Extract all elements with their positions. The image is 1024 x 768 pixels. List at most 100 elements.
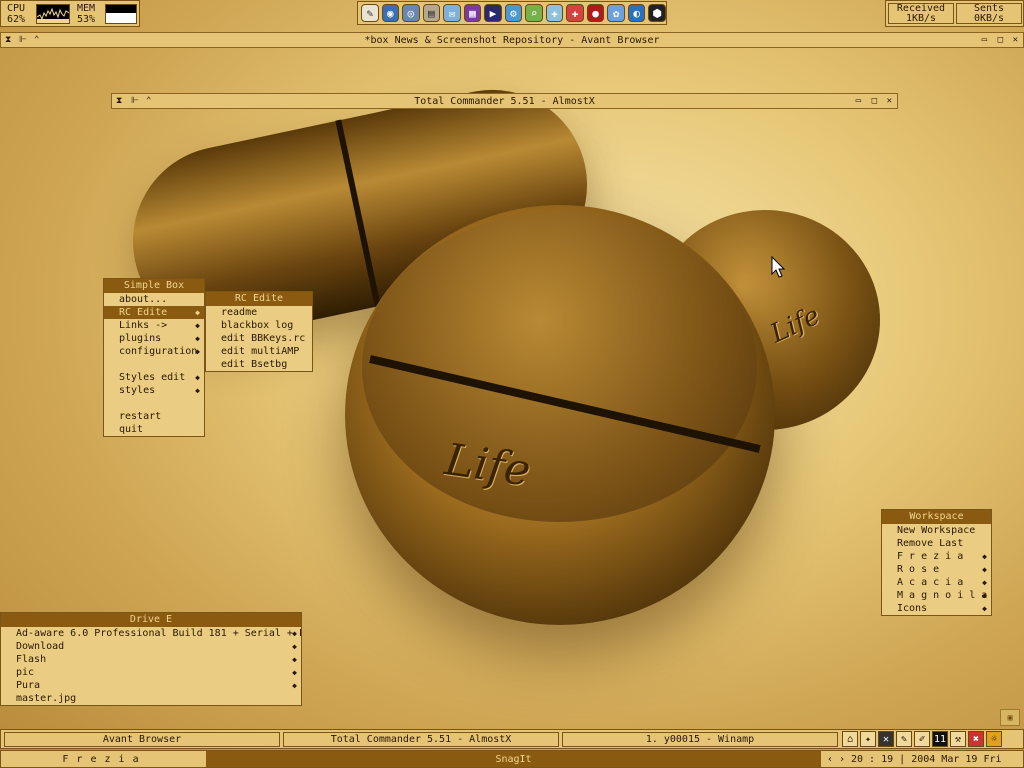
menu-item-edit-multiamp[interactable]: edit multiAMP xyxy=(206,345,312,358)
power-icon[interactable]: ✚ xyxy=(566,4,584,22)
printer-icon[interactable]: ▤ xyxy=(422,4,441,22)
drive-item-pura[interactable]: Pura ◆ xyxy=(1,679,301,692)
rc-edite-title: RC Edite xyxy=(206,292,312,306)
active-window-label[interactable]: SnagIt xyxy=(206,751,821,767)
drive-item-flash[interactable]: Flash ◆ xyxy=(1,653,301,666)
close-icon[interactable]: ✕ xyxy=(887,94,892,108)
menu-item-label: R o s e xyxy=(897,564,940,575)
mouse-cursor-icon xyxy=(771,256,785,278)
menu-item-remove-last[interactable]: Remove Last xyxy=(882,537,991,550)
menu-item-readme[interactable]: readme xyxy=(206,306,312,319)
menu-item-label: Links -> xyxy=(119,320,168,331)
tc-titlebar[interactable]: ⧗ ⊩ ⌃ Total Commander 5.51 - AlmostX ▭ □… xyxy=(111,93,898,109)
slit-icon[interactable]: ▣ xyxy=(1000,709,1020,726)
menu-item-label: pic xyxy=(16,667,35,678)
submenu-arrow-icon: ◆ xyxy=(292,629,297,638)
task-total-commander[interactable]: Total Commander 5.51 - AlmostX xyxy=(283,732,559,747)
toolbar-bottom: F r e z i a SnagIt ‹ › 20 : 19 | 2004 Ma… xyxy=(0,750,1024,768)
drive-e-title: Drive E xyxy=(1,613,301,627)
browser-icon[interactable]: ✿ xyxy=(607,4,625,22)
menu-item-restart[interactable]: restart xyxy=(104,410,204,423)
cpu-graph-svg xyxy=(37,7,69,23)
menu-item-label: F r e z i a xyxy=(897,551,964,562)
workspace-item-acacia[interactable]: A c a c i a ◆ xyxy=(882,576,991,589)
drive-item-download[interactable]: Download ◆ xyxy=(1,640,301,653)
pin-icon[interactable]: ⊩ xyxy=(19,33,27,47)
workspace-item-magnoila[interactable]: M a g n o i l a ◆ xyxy=(882,589,991,602)
menu-item-edit-bsetbg[interactable]: edit Bsetbg xyxy=(206,358,312,371)
task-winamp[interactable]: 1. y00015 - Winamp xyxy=(562,732,838,747)
tray-network-icon[interactable]: ⌂ xyxy=(842,731,858,747)
sent-value: 0KB/s xyxy=(973,13,1005,24)
rc-edite-submenu: RC Edite readme blackbox log edit BBKeys… xyxy=(205,291,313,372)
hourglass-icon[interactable]: ⧗ xyxy=(5,33,11,47)
drive-item-adaware[interactable]: Ad-aware 6.0 Professional Build 181 + Se… xyxy=(1,627,301,640)
mail-icon[interactable]: ✉ xyxy=(443,4,461,22)
workspace-title: Workspace xyxy=(882,510,991,524)
menu-item-new-workspace[interactable]: New Workspace xyxy=(882,524,991,537)
menu-item-blackbox-log[interactable]: blackbox log xyxy=(206,319,312,332)
notepad-icon[interactable]: ✎ xyxy=(361,4,379,22)
workspace-item-frezia[interactable]: F r e z i a ◆ xyxy=(882,550,991,563)
network-icon[interactable]: ⚙ xyxy=(504,4,523,22)
search-icon[interactable]: ⌕ xyxy=(525,4,543,22)
close-icon[interactable]: ✕ xyxy=(1013,33,1018,47)
submenu-arrow-icon: ◆ xyxy=(195,373,200,382)
received-value: 1KB/s xyxy=(905,13,937,24)
menu-item-plugins[interactable]: plugins ◆ xyxy=(104,332,204,345)
taskbar: Avant Browser Total Commander 5.51 - Alm… xyxy=(0,729,1024,749)
drive-item-pic[interactable]: pic ◆ xyxy=(1,666,301,679)
menu-item-label: Pura xyxy=(16,680,41,691)
menu-item-quit[interactable]: quit xyxy=(104,423,204,436)
tray-sun-icon[interactable]: ☼ xyxy=(986,731,1002,747)
cube-icon[interactable]: ⬢ xyxy=(648,4,666,22)
tray-tool-icon[interactable]: ✕ xyxy=(878,731,894,747)
menu-item-edit-bbkeys[interactable]: edit BBKeys.rc xyxy=(206,332,312,345)
shade-icon[interactable]: ⌃ xyxy=(34,33,39,47)
settings-icon[interactable]: ● xyxy=(586,4,605,22)
rescue-icon[interactable]: ✚ xyxy=(545,4,564,22)
globe2-icon[interactable]: ◐ xyxy=(627,4,646,22)
tray-bulb-icon[interactable]: ✦ xyxy=(860,731,876,747)
menu-item-rc-edite[interactable]: RC Edite ◆ xyxy=(104,306,204,319)
tray-calendar-icon[interactable]: 11 xyxy=(932,731,948,747)
tray-tool2-icon[interactable]: ⚒ xyxy=(950,731,966,747)
menu-item-label: Download xyxy=(16,641,65,652)
drive-item-master-jpg[interactable]: master.jpg xyxy=(1,692,301,705)
menu-item-links[interactable]: Links -> ◆ xyxy=(104,319,204,332)
menu-item-label: configuration xyxy=(119,346,198,357)
current-workspace[interactable]: F r e z i a xyxy=(1,751,201,767)
shade-icon[interactable]: ⌃ xyxy=(146,94,151,108)
maximize-icon[interactable]: □ xyxy=(872,94,877,108)
tray-shield-icon[interactable]: ✖ xyxy=(968,731,984,747)
minimize-icon[interactable]: ▭ xyxy=(856,94,861,108)
calendar-icon[interactable]: ▦ xyxy=(463,4,482,22)
workspace-menu: Workspace New Workspace Remove Last F r … xyxy=(881,509,992,616)
menu-item-label: styles xyxy=(119,385,156,396)
menu-item-configuration[interactable]: configuration ◆ xyxy=(104,345,204,358)
menu-item-label: Flash xyxy=(16,654,47,665)
globe-icon[interactable]: ◉ xyxy=(381,4,400,22)
browser-titlebar[interactable]: ⧗ ⊩ ⌃ *box News & Screenshot Repository … xyxy=(0,32,1024,48)
workspace-arrows[interactable]: ‹ › xyxy=(821,751,851,767)
menu-item-about[interactable]: about... xyxy=(104,293,204,306)
task-avant-browser[interactable]: Avant Browser xyxy=(4,732,280,747)
workspace-item-rose[interactable]: R o s e ◆ xyxy=(882,563,991,576)
menu-item-styles[interactable]: styles ◆ xyxy=(104,384,204,397)
cpu-label: CPU xyxy=(7,3,26,14)
minimize-icon[interactable]: ▭ xyxy=(982,33,987,47)
simple-box-menu: Simple Box about... RC Edite ◆ Links -> ◆ … xyxy=(103,278,205,437)
hourglass-icon[interactable]: ⧗ xyxy=(116,94,122,108)
mem-graph xyxy=(105,4,137,24)
media-icon[interactable]: ▶ xyxy=(484,4,502,22)
cd-icon[interactable]: ◎ xyxy=(402,4,420,22)
pin-icon[interactable]: ⊩ xyxy=(131,94,139,108)
cpu-graph xyxy=(36,4,70,24)
simple-box-title: Simple Box xyxy=(104,279,204,293)
maximize-icon[interactable]: □ xyxy=(998,33,1003,47)
workspace-item-icons[interactable]: Icons ◆ xyxy=(882,602,991,615)
tray-pen-icon[interactable]: ✎ xyxy=(896,731,912,747)
tray-brush-icon[interactable]: ✐ xyxy=(914,731,930,747)
menu-item-label: M a g n o i l a xyxy=(897,590,988,601)
menu-item-styles-edit[interactable]: Styles edit ◆ xyxy=(104,371,204,384)
